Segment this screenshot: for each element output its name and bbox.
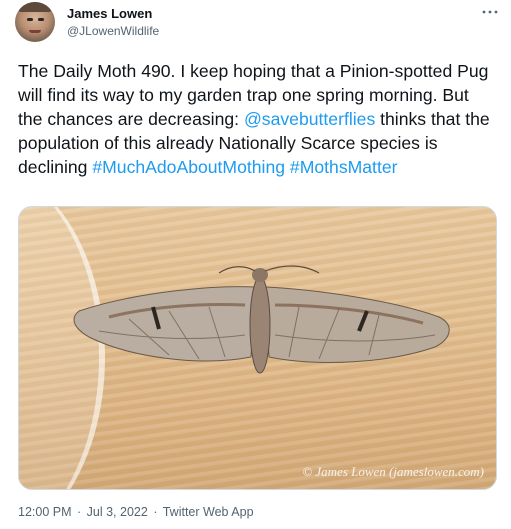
more-dots-glyph [482,10,498,14]
avatar-hair [19,2,51,12]
moth-left-wing [73,286,256,362]
moth [73,265,450,374]
meta-separator: · [77,505,82,519]
avatar-mouth [29,30,41,33]
moth-body [249,276,271,374]
hashtag-link-2[interactable]: #MothsMatter [290,157,398,177]
author-handle[interactable]: @JLowenWildlife [67,24,159,38]
tweet-photo[interactable]: © James Lowen (jameslowen.com) [18,206,497,490]
tweet: James Lowen @JLowenWildlife The Daily Mo… [0,0,511,529]
tweet-meta: 12:00 PM · Jul 3, 2022 · Twitter Web App [18,505,254,519]
hashtag-link-1[interactable]: #MuchAdoAboutMothing [92,157,285,177]
moth-antenna-right [264,265,320,274]
avatar-eye-left [27,18,33,21]
moth-illustration [73,265,450,374]
mention-link[interactable]: @savebutterflies [244,109,375,129]
moth-antenna-left [218,266,256,274]
more-horizontal-icon[interactable] [478,4,502,20]
author-display-name[interactable]: James Lowen [67,6,152,21]
photo-watermark: © James Lowen (jameslowen.com) [302,464,484,479]
avatar[interactable] [15,2,55,42]
tweet-time[interactable]: 12:00 PM [18,505,72,519]
tweet-source[interactable]: Twitter Web App [163,505,254,519]
meta-separator: · [153,505,158,519]
tweet-date[interactable]: Jul 3, 2022 [87,505,148,519]
tweet-text: The Daily Moth 490. I keep hoping that a… [18,59,498,179]
avatar-eye-right [38,18,44,21]
moth-right-wing [264,286,450,363]
